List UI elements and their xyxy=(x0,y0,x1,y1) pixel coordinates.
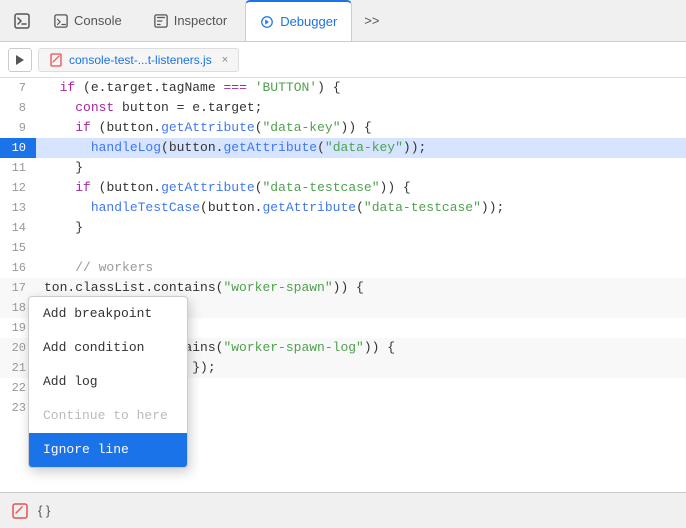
context-menu-item-add-breakpoint[interactable]: Add breakpoint xyxy=(29,297,187,331)
context-menu-item-add-log[interactable]: Add log xyxy=(29,365,187,399)
tab-console[interactable]: Console xyxy=(40,0,136,41)
tab-inspector-label: Inspector xyxy=(174,13,227,28)
play-icon xyxy=(13,53,27,67)
file-tab-name: console-test-...t-listeners.js xyxy=(69,53,212,67)
tab-console-label: Console xyxy=(74,13,122,28)
code-editor: 7 if (e.target.tagName === 'BUTTON') { 8… xyxy=(0,78,686,492)
inspector-icon xyxy=(154,14,168,28)
code-line-17: 17 ton.classList.contains("worker-spawn"… xyxy=(0,278,686,298)
context-menu-item-continue-to-here: Continue to here xyxy=(29,399,187,433)
file-tab-close[interactable]: × xyxy=(222,54,228,66)
code-line-16: 16 // workers xyxy=(0,258,686,278)
code-line-12: 12 if (button.getAttribute("data-testcas… xyxy=(0,178,686,198)
debugger-icon xyxy=(260,15,274,29)
bottom-braces-label: { } xyxy=(38,503,50,518)
tab-inspector[interactable]: Inspector xyxy=(140,0,241,41)
code-line-8: 8 const button = e.target; xyxy=(0,98,686,118)
context-menu: Add breakpoint Add condition Add log Con… xyxy=(28,296,188,468)
code-line-15: 15 xyxy=(0,238,686,258)
code-line-13: 13 handleTestCase(button.getAttribute("d… xyxy=(0,198,686,218)
code-line-9: 9 if (button.getAttribute("data-key")) { xyxy=(0,118,686,138)
more-tabs-button[interactable]: >> xyxy=(356,9,387,32)
tab-bar: Console Inspector Debugger >> xyxy=(0,0,686,42)
sidebar-toggle-button[interactable] xyxy=(8,48,32,72)
context-menu-item-ignore-line[interactable]: Ignore line xyxy=(29,433,187,467)
bottom-bar: { } xyxy=(0,492,686,528)
tab-debugger[interactable]: Debugger xyxy=(245,0,352,41)
context-menu-item-add-condition[interactable]: Add condition xyxy=(29,331,187,365)
bottom-edit-icon[interactable] xyxy=(10,501,30,521)
file-tab-bar: console-test-...t-listeners.js × xyxy=(0,42,686,78)
code-line-10: 10 handleLog(button.getAttribute("data-k… xyxy=(0,138,686,158)
code-line-7: 7 if (e.target.tagName === 'BUTTON') { xyxy=(0,78,686,98)
devtools-icon[interactable] xyxy=(8,7,36,35)
code-line-11: 11 } xyxy=(0,158,686,178)
code-line-14: 14 } xyxy=(0,218,686,238)
file-tab-console-test[interactable]: console-test-...t-listeners.js × xyxy=(38,48,239,72)
tab-debugger-label: Debugger xyxy=(280,14,337,29)
console-icon xyxy=(54,14,68,28)
file-edit-icon xyxy=(49,53,63,67)
